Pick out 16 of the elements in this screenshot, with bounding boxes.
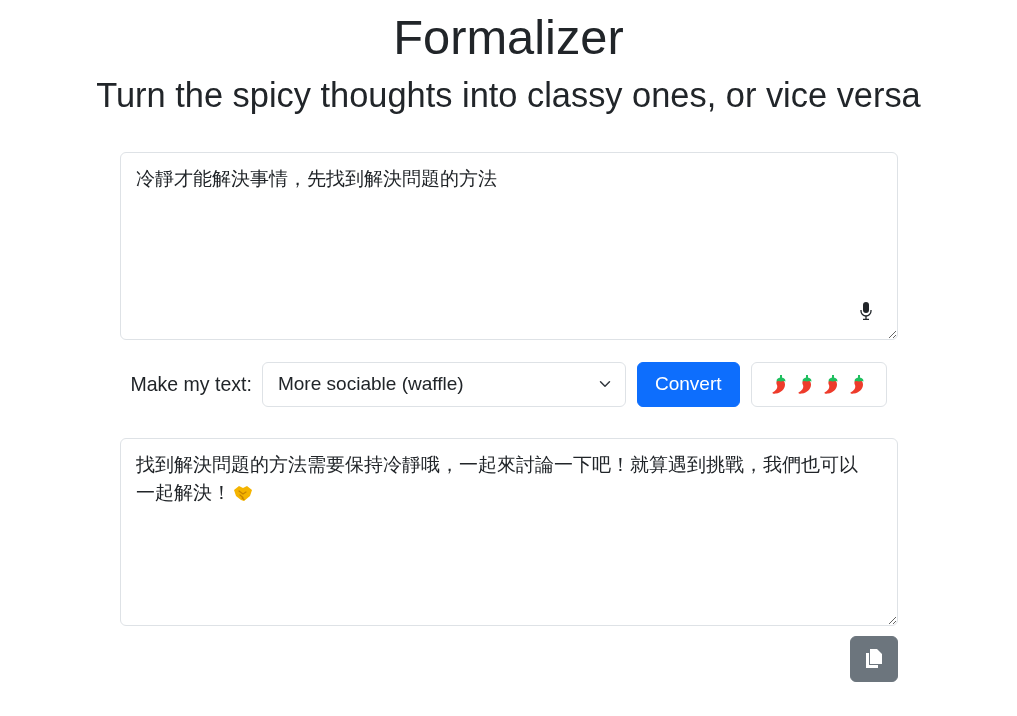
app-title: Formalizer xyxy=(392,9,625,66)
mode-label: Make my text: xyxy=(130,371,252,397)
input-field[interactable]: 冷靜才能解決事情，先找到解決問題的方法 xyxy=(119,151,898,340)
chili-pepper-icon xyxy=(797,374,814,394)
mode-select[interactable]: More sociable (waffle) xyxy=(261,361,626,407)
copy-icon xyxy=(865,649,882,669)
chili-pepper-icon xyxy=(771,374,788,394)
spicy-button[interactable] xyxy=(750,361,887,407)
chili-pepper-icon xyxy=(849,374,866,394)
chili-pepper-icon xyxy=(823,374,840,394)
handshake-icon xyxy=(232,484,253,503)
copy-button[interactable] xyxy=(849,635,898,682)
output-field[interactable]: 找到解決問題的方法需要保持冷靜哦，一起來討論一下吧！就算遇到挑戰，我們也可以一起解決！ xyxy=(119,437,898,626)
app-subtitle: Turn the spicy thoughts into classy ones, or vice versa xyxy=(95,74,922,116)
microphone-icon[interactable] xyxy=(859,301,872,320)
convert-button[interactable]: Convert xyxy=(636,361,740,407)
